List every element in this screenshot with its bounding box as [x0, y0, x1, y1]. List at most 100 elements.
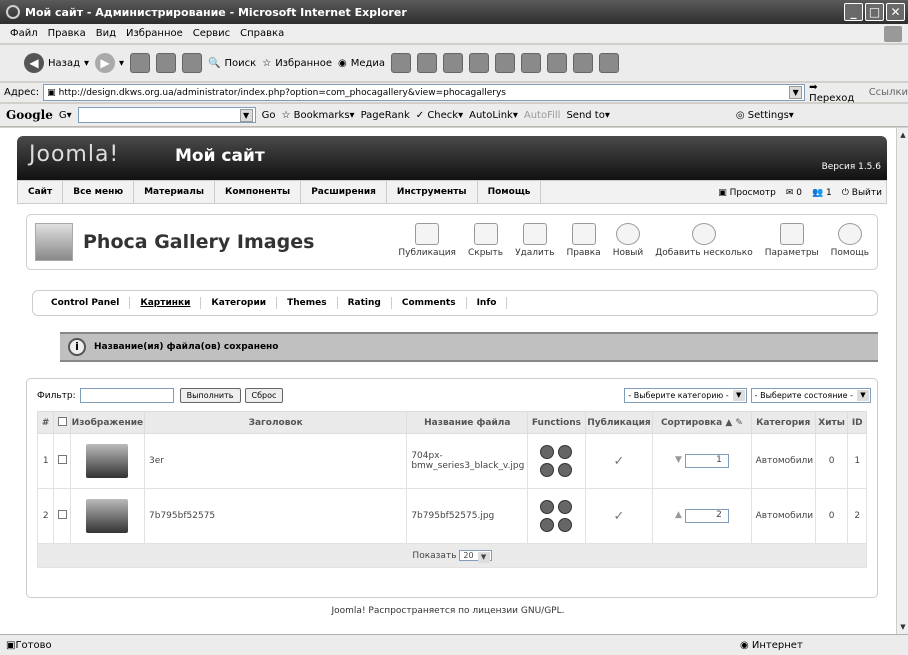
tab-themes[interactable]: Themes — [277, 297, 338, 309]
row-title[interactable]: 7b795bf52575 — [143, 488, 408, 544]
approve-icon[interactable] — [540, 463, 555, 477]
autofill-button[interactable]: AutoFill — [524, 110, 561, 121]
row-title[interactable]: 3er — [143, 433, 408, 489]
close-button[interactable]: ✕ — [886, 3, 905, 21]
jmenu-components[interactable]: Компоненты — [215, 180, 302, 204]
help-button[interactable]: Помощь — [831, 223, 869, 258]
google-dropdown-icon[interactable]: ▼ — [239, 109, 253, 122]
jmenu-content[interactable]: Материалы — [134, 180, 215, 204]
links-label[interactable]: Ссылки — [869, 87, 908, 98]
state-select[interactable]: - Выберите состояние - ▼ — [750, 388, 871, 403]
col-hits[interactable]: Хиты — [814, 411, 849, 434]
rotate-right-icon[interactable] — [558, 445, 573, 459]
messenger-icon[interactable] — [547, 53, 568, 73]
new-button[interactable]: Новый — [613, 223, 643, 258]
research-icon[interactable] — [521, 53, 542, 73]
col-id[interactable]: ID — [847, 411, 867, 434]
tab-comments[interactable]: Comments — [392, 297, 467, 309]
order-down-icon[interactable]: ▼ — [675, 455, 682, 465]
toolbar-extra-icon[interactable] — [599, 53, 620, 73]
limit-select[interactable]: 20 ▼ — [459, 550, 492, 563]
mail-icon[interactable] — [417, 53, 438, 73]
published-check-icon[interactable]: ✓ — [584, 433, 654, 489]
media-button[interactable]: ◉ Медиа — [338, 58, 385, 69]
approve-icon[interactable] — [540, 518, 555, 532]
recreate-icon[interactable] — [558, 463, 573, 477]
refresh-icon[interactable] — [156, 53, 177, 73]
back-button[interactable]: ◀ Назад ▾ — [24, 53, 89, 73]
image-thumbnail[interactable] — [86, 499, 129, 533]
google-go-button[interactable]: Go — [262, 110, 276, 121]
bookmarks-button[interactable]: ☆ Bookmarks▾ — [282, 110, 355, 121]
messages-count[interactable]: ✉ 0 — [786, 188, 802, 198]
address-field[interactable]: ▣ http://design.dkws.org.ua/administrato… — [43, 84, 806, 101]
row-checkbox[interactable] — [57, 455, 67, 464]
add-multiple-button[interactable]: Добавить несколько — [655, 223, 753, 258]
save-order-icon[interactable]: ✎ — [735, 418, 743, 428]
col-published[interactable]: Публикация — [584, 411, 654, 434]
rotate-left-icon[interactable] — [540, 445, 555, 459]
tab-control-panel[interactable]: Control Panel — [41, 297, 131, 309]
check-all-checkbox[interactable] — [57, 416, 67, 426]
forward-button[interactable]: ▶ ▾ — [95, 53, 124, 73]
stop-icon[interactable] — [130, 53, 151, 73]
pagerank-indicator[interactable]: PageRank — [361, 110, 410, 121]
go-button[interactable]: ➡ Переход — [809, 82, 865, 104]
menu-favorites[interactable]: Избранное — [126, 28, 183, 39]
google-search-input[interactable]: ▼ — [77, 107, 256, 123]
image-thumbnail[interactable] — [86, 444, 129, 478]
tab-rating[interactable]: Rating — [338, 297, 392, 309]
row-category[interactable]: Автомобили — [750, 433, 816, 489]
filter-input[interactable] — [79, 388, 174, 403]
logout-link[interactable]: ⏻ Выйти — [842, 188, 882, 198]
rotate-right-icon[interactable] — [558, 500, 573, 514]
google-logo[interactable]: Google — [6, 108, 53, 122]
order-input[interactable]: 2 — [684, 509, 729, 523]
users-count[interactable]: 👥 1 — [812, 188, 832, 198]
menu-view[interactable]: Вид — [96, 28, 116, 39]
category-select[interactable]: - Выберите категорию - ▼ — [624, 388, 747, 403]
menu-help[interactable]: Справка — [240, 28, 284, 39]
edit-button[interactable]: Правка — [566, 223, 601, 258]
search-button[interactable]: 🔍 Поиск — [208, 58, 256, 69]
tab-info[interactable]: Info — [467, 297, 508, 309]
parameters-button[interactable]: Параметры — [765, 223, 819, 258]
col-filename[interactable]: Название файла — [406, 411, 529, 434]
minimize-button[interactable]: _ — [844, 3, 863, 21]
menu-tools[interactable]: Сервис — [193, 28, 230, 39]
settings-button[interactable]: ◎ Settings▾ — [736, 110, 794, 121]
unpublish-button[interactable]: Скрыть — [468, 223, 503, 258]
jmenu-site[interactable]: Сайт — [18, 180, 64, 204]
rotate-left-icon[interactable] — [540, 500, 555, 514]
filter-go-button[interactable]: Выполнить — [179, 388, 241, 403]
preview-link[interactable]: ▣ Просмотр — [718, 188, 776, 198]
col-ordering[interactable]: Сортировка ▲ ✎ — [652, 411, 752, 434]
jmenu-tools[interactable]: Инструменты — [387, 180, 478, 204]
home-icon[interactable] — [182, 53, 203, 73]
published-check-icon[interactable]: ✓ — [584, 488, 654, 544]
maximize-button[interactable]: □ — [865, 3, 884, 21]
check-button[interactable]: ✓ Check▾ — [416, 110, 463, 121]
menu-edit[interactable]: Правка — [48, 28, 86, 39]
autolink-button[interactable]: AutoLink▾ — [469, 110, 518, 121]
history-icon[interactable] — [391, 53, 412, 73]
filter-reset-button[interactable]: Сброс — [244, 388, 284, 403]
print-icon[interactable] — [443, 53, 464, 73]
at-icon[interactable] — [573, 53, 594, 73]
tab-categories[interactable]: Категории — [201, 297, 278, 309]
vertical-scrollbar[interactable]: ▲ ▼ — [896, 128, 908, 634]
col-category[interactable]: Категория — [750, 411, 816, 434]
publish-button[interactable]: Публикация — [398, 223, 456, 258]
col-title[interactable]: Заголовок — [143, 411, 408, 434]
discuss-icon[interactable] — [495, 53, 516, 73]
order-up-icon[interactable]: ▲ — [675, 510, 682, 520]
jmenu-help[interactable]: Помощь — [478, 180, 542, 204]
favorites-button[interactable]: ☆ Избранное — [262, 58, 332, 69]
address-dropdown-icon[interactable]: ▼ — [789, 86, 803, 99]
row-checkbox[interactable] — [57, 510, 67, 519]
order-input[interactable]: 1 — [684, 454, 729, 468]
col-checkall[interactable] — [53, 411, 71, 434]
google-g-menu[interactable]: G▾ — [59, 110, 72, 121]
tab-images[interactable]: Картинки — [130, 297, 202, 309]
menu-file[interactable]: Файл — [10, 28, 38, 39]
